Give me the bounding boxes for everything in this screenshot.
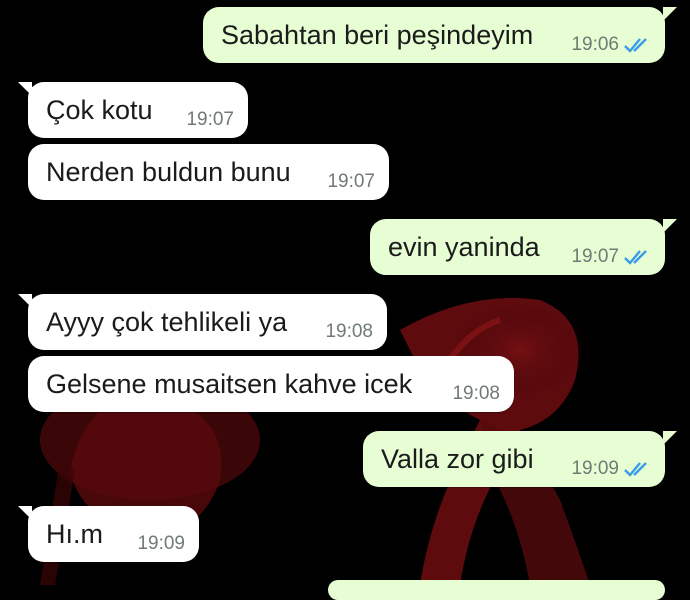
message-text: Gelsene musaitsen kahve icek [46, 369, 413, 399]
message-bubble-outgoing[interactable]: Sabahtan beri peşindeyim 19:06 [203, 7, 665, 63]
message-time: 19:09 [137, 533, 185, 554]
message-text: Ayyy çok tehlikeli ya [46, 307, 288, 337]
message-time: 19:08 [325, 321, 373, 342]
message-text: Hı.m [46, 519, 103, 549]
message-meta: 19:07 [571, 246, 651, 268]
message-bubble-incoming[interactable]: Nerden buldun bunu 19:07 [28, 144, 389, 200]
message-bubble-outgoing-partial[interactable] [328, 580, 665, 600]
message-meta: 19:09 [571, 458, 651, 480]
message-time: 19:07 [571, 246, 619, 267]
message-bubble-incoming[interactable]: Çok kotu 19:07 [28, 82, 248, 138]
message-meta: 19:07 [327, 171, 375, 193]
message-text: evin yaninda [388, 232, 540, 262]
message-bubble-outgoing[interactable]: evin yaninda 19:07 [370, 219, 665, 275]
message-bubble-incoming[interactable]: Ayyy çok tehlikeli ya 19:08 [28, 294, 387, 350]
bubble-tail [663, 219, 677, 233]
message-time: 19:08 [452, 383, 500, 404]
message-bubble-outgoing[interactable]: Valla zor gibi 19:09 [363, 431, 665, 487]
message-meta: 19:07 [186, 109, 234, 131]
message-bubble-incoming[interactable]: Gelsene musaitsen kahve icek 19:08 [28, 356, 514, 412]
double-check-read-icon [623, 249, 651, 265]
message-text: Nerden buldun bunu [46, 157, 291, 187]
message-text: Valla zor gibi [381, 444, 534, 474]
message-time: 19:07 [327, 171, 375, 192]
message-meta: 19:06 [571, 34, 651, 56]
message-time: 19:09 [571, 458, 619, 479]
bubble-tail [663, 7, 677, 21]
message-meta: 19:08 [325, 321, 373, 343]
message-meta: 19:09 [137, 533, 185, 555]
double-check-read-icon [623, 461, 651, 477]
message-text: Sabahtan beri peşindeyim [221, 20, 534, 50]
message-text: Çok kotu [46, 95, 153, 125]
bubble-tail [663, 431, 677, 445]
message-meta: 19:08 [452, 383, 500, 405]
message-time: 19:06 [571, 34, 619, 55]
message-time: 19:07 [186, 109, 234, 130]
message-bubble-incoming[interactable]: Hı.m 19:09 [28, 506, 199, 562]
double-check-read-icon [623, 37, 651, 53]
